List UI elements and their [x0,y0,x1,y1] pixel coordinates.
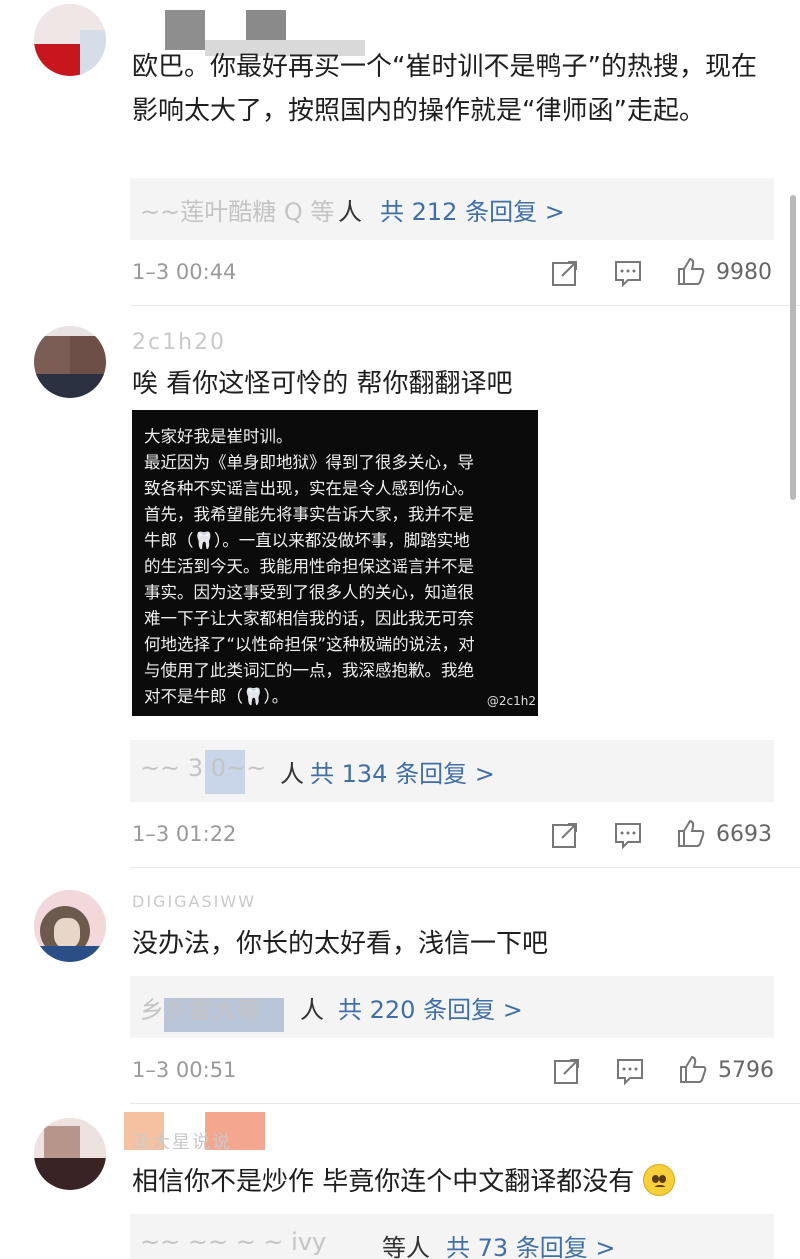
thumbs-up-icon[interactable] [678,1054,708,1084]
username[interactable]: 派大星说说 [132,1128,232,1154]
reply-suffix: 等人 [382,1234,430,1259]
reply-user-names[interactable]: 乡乡雷大等 [140,990,260,1025]
comment-icon[interactable] [613,820,643,850]
reply-count-link[interactable]: 共 73 条回复 > [446,1228,616,1259]
comment-text: 相信你不是炒作 毕竟你连个中文翻译都没有 [132,1160,772,1204]
comment-text: 没办法，你长的太好看，浅信一下吧 [132,929,549,959]
reply-suffix: 人 [300,996,324,1024]
reply-preview[interactable]: 乡乡雷大等 人 共 220 条回复 > [130,976,774,1038]
comment-text: 欧巴。你最好再买一个“崔时训不是鸭子”的热搜，现在影响太大了，按照国内的操作就是… [132,52,757,126]
comment-icon[interactable] [613,258,643,288]
reply-user-names[interactable]: ~~ 3 0~~ [140,754,266,782]
share-icon[interactable] [550,258,580,288]
reply-user-names[interactable]: ~~ ~~ ~ ~ ivy [140,1228,326,1256]
reply-count-link[interactable]: 共 220 条回复 > [338,990,523,1025]
like-count: 5796 [718,1058,774,1083]
image-text-line: 牛郎（🦷）。一直以来都没做坏事，脚踏实地 [144,531,470,550]
image-text-line: 的生活到今天。我能用性命担保这谣言并不是 [144,557,474,576]
comment-text-body: 相信你不是炒作 毕竟你连个中文翻译都没有 [132,1167,635,1197]
comment-time: 1–3 00:51 [132,1058,237,1082]
comment-time: 1–3 00:44 [132,260,237,284]
avatar[interactable] [34,326,106,398]
pleading-face-icon [642,1164,675,1196]
reply-preview[interactable]: ~~ ~~ ~ ~ ivy 等人 共 73 条回复 > [130,1214,774,1259]
avatar[interactable] [34,4,106,76]
image-text-line: 最近因为《单身即地狱》得到了很多关心，导 [144,453,474,472]
scrollbar[interactable] [790,195,796,500]
like-count: 9980 [716,260,772,285]
divider [130,867,800,868]
thumbs-up-icon[interactable] [676,256,706,286]
reply-suffix: 人 [280,760,304,788]
image-text-line: 事实。因为这事受到了很多人的关心，知道很 [144,583,474,602]
divider [130,1103,800,1104]
image-text-line: 难一下子让大家都相信我的话，因此我无可奈 [144,609,474,628]
avatar[interactable] [34,1118,106,1190]
image-watermark: @2c1h2 [486,694,536,708]
share-icon[interactable] [552,1056,582,1086]
reply-count-link[interactable]: 共 134 条回复 > [310,754,495,789]
username-mosaic[interactable] [165,10,205,50]
reply-user-names[interactable]: ~~莲叶酷糖 Q 等 [140,192,334,227]
comment-icon[interactable] [615,1056,645,1086]
username[interactable]: 2c1h20 [132,330,226,355]
reply-preview[interactable]: ~~莲叶酷糖 Q 等 人 共 212 条回复 > [130,178,774,240]
thumbs-up-icon[interactable] [676,818,706,848]
image-text-line: 致各种不实谣言出现，实在是令人感到伤心。 [144,479,474,498]
image-text-line: 何地选择了“以性命担保”这种极端的说法，对 [144,635,475,654]
comment-time: 1–3 01:22 [132,822,237,846]
image-text-line: 对不是牛郎（🦷）。 [144,687,289,706]
share-icon[interactable] [550,820,580,850]
image-text-line: 首先，我希望能先将事实告诉大家，我并不是 [144,505,474,524]
avatar[interactable] [34,890,106,962]
comment-text: 唉 看你这怪可怜的 帮你翻翻译吧 [132,369,513,399]
reply-preview[interactable]: ~~ 3 0~~ 人 共 134 条回复 > [130,740,774,802]
image-text-line: 大家好我是崔时训。 [144,427,293,446]
reply-count-link[interactable]: 共 212 条回复 > [380,192,565,227]
image-text-line: 与使用了此类词汇的一点，我深感抱歉。我绝 [144,661,474,680]
divider [130,305,800,306]
reply-suffix: 人 [338,198,362,226]
attached-image[interactable]: 大家好我是崔时训。 最近因为《单身即地狱》得到了很多关心，导 致各种不实谣言出现… [132,410,538,716]
like-count: 6693 [716,822,772,847]
username[interactable]: DIGIGASIWW [132,892,256,911]
